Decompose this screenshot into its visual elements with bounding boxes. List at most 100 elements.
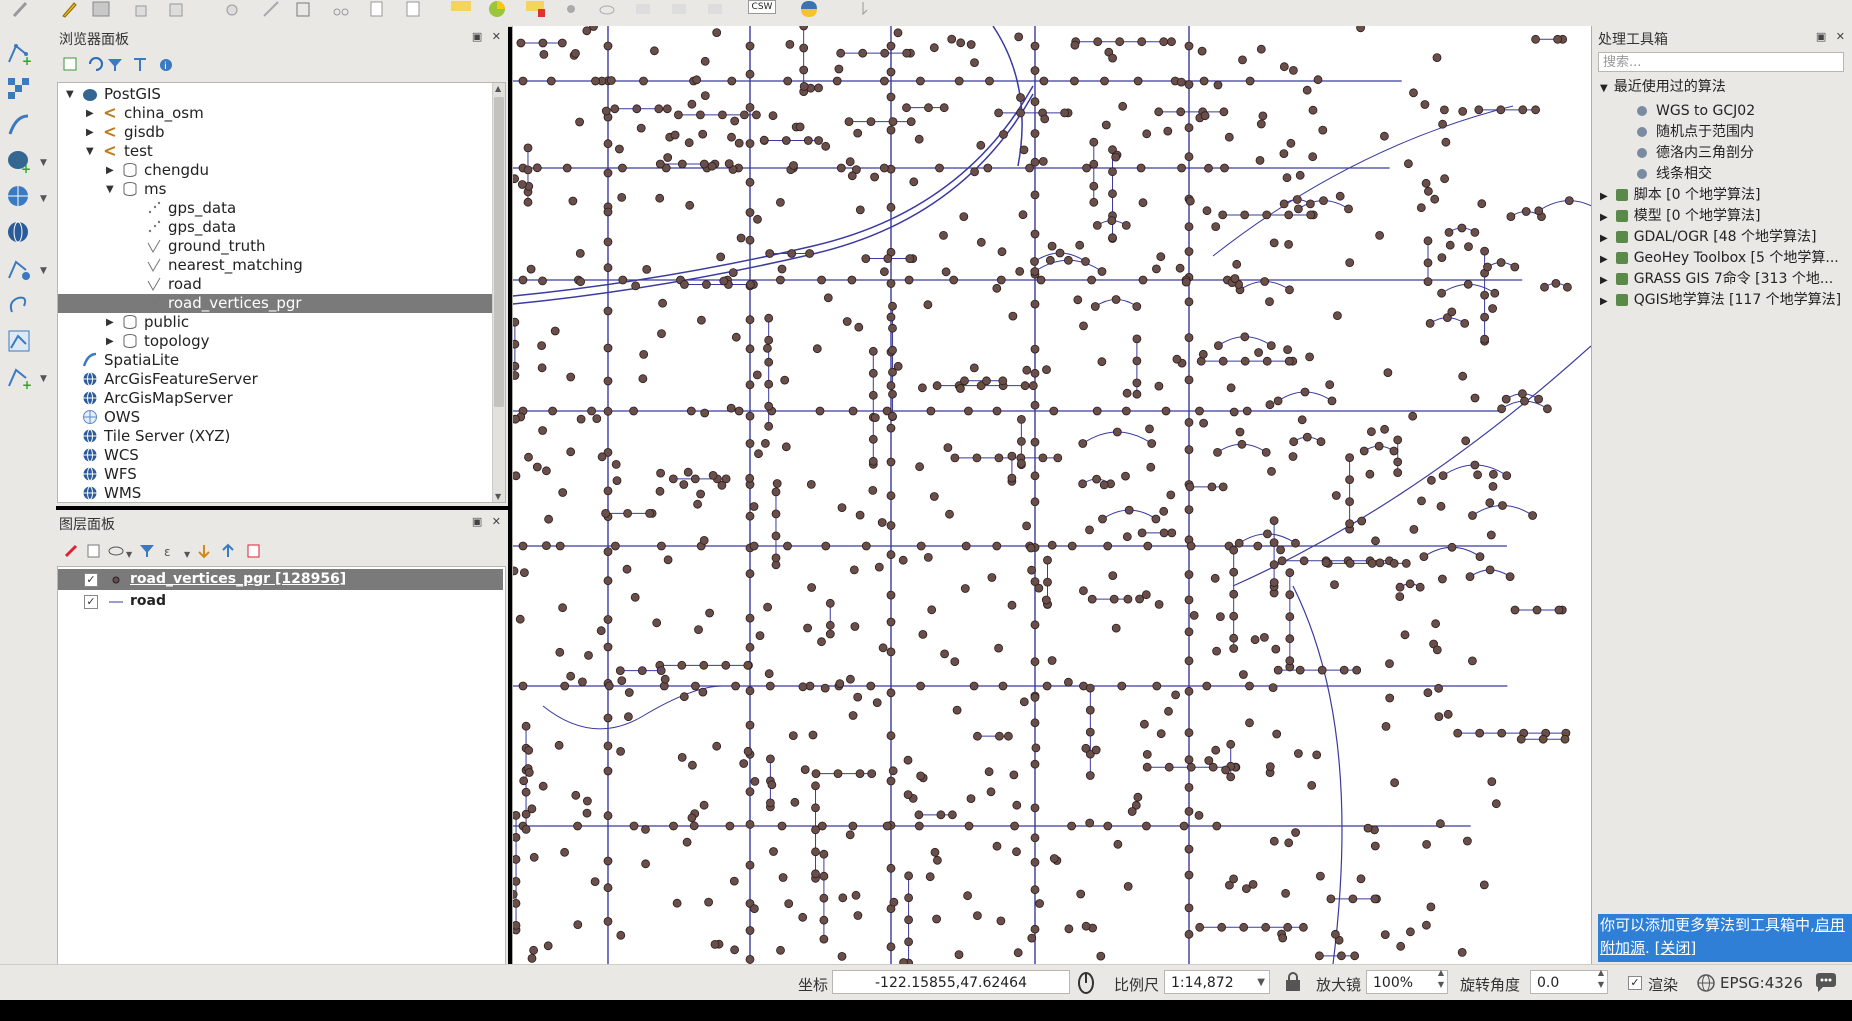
algorithm-group-item[interactable]: ▶ GDAL/OGR [48 个地学算法] xyxy=(1600,226,1852,248)
browser-tree-item[interactable]: SpatiaLite xyxy=(58,351,492,370)
layer-item[interactable]: ✓ road_vertices_pgr [128956] xyxy=(58,569,503,590)
browser-tree-item[interactable]: ▼ PostGIS xyxy=(58,85,492,104)
add-spatialite-icon[interactable] xyxy=(6,112,32,138)
csw-icon[interactable]: CSW xyxy=(748,0,776,14)
recent-algorithm-item[interactable]: 德洛内三角剖分 xyxy=(1634,142,1754,164)
layer-item[interactable]: ✓ road xyxy=(58,591,503,612)
chevron-right-icon[interactable]: ▶ xyxy=(1600,191,1608,202)
cut-icon[interactable] xyxy=(330,0,352,18)
toolbox-tree[interactable]: ▼ 最近使用过的算法 WGS to GCJ02 随机点于范围内 德洛内三角剖分 线条相交… xyxy=(1592,74,1852,934)
change-label-icon[interactable] xyxy=(704,0,726,18)
browser-tree-item[interactable]: ▼ test xyxy=(58,142,492,161)
new-gpx-layer-icon[interactable]: + xyxy=(6,364,32,392)
close-note-link[interactable]: [关闭] xyxy=(1655,939,1697,957)
recent-algorithms-node[interactable]: ▼ 最近使用过的算法 xyxy=(1600,76,1726,98)
chevron-right-icon[interactable]: ▶ xyxy=(1600,296,1608,307)
browser-tree-item[interactable]: ▶ chengdu xyxy=(58,161,492,180)
browser-tree-item[interactable]: WMS xyxy=(58,484,492,502)
add-delimited-text-icon[interactable] xyxy=(6,292,32,318)
chevron-down-icon[interactable]: ▼ xyxy=(86,142,98,161)
node-tool-icon[interactable] xyxy=(260,0,282,18)
browser-tree-item[interactable]: ▶ gisdb xyxy=(58,123,492,142)
add-postgis-icon[interactable]: + xyxy=(6,148,32,176)
browser-tree-item[interactable]: gps_data xyxy=(58,218,492,237)
crs-label[interactable]: EPSG:4326 xyxy=(1720,974,1803,992)
chevron-down-icon[interactable]: ▼ xyxy=(40,194,50,204)
chevron-down-icon[interactable]: ▼ xyxy=(106,180,118,199)
messages-icon[interactable] xyxy=(1814,972,1838,994)
rotation-spinbox[interactable]: 0.0 ▲ ▼ xyxy=(1530,968,1608,994)
layer-visibility-checkbox[interactable]: ✓ xyxy=(84,573,98,587)
browser-tree-item[interactable]: ▶ china_osm xyxy=(58,104,492,123)
chevron-down-icon[interactable]: ▼ xyxy=(40,266,50,276)
magnifier-spinbox[interactable]: 100% ▲ ▼ xyxy=(1366,968,1448,994)
browser-tree-item[interactable]: Tile Server (XYZ) xyxy=(58,427,492,446)
layer-diagram-icon[interactable] xyxy=(486,0,508,18)
add-wfs-icon[interactable] xyxy=(6,220,32,246)
recent-algorithm-item[interactable]: 线条相交 xyxy=(1634,163,1712,185)
browser-tree-item[interactable]: nearest_matching xyxy=(58,256,492,275)
chevron-right-icon[interactable]: ▶ xyxy=(86,104,98,123)
render-checkbox[interactable]: ✓ xyxy=(1628,976,1642,990)
add-raster-layer-icon[interactable] xyxy=(6,76,32,102)
mouse-coordinate-toggle-icon[interactable] xyxy=(1074,971,1098,995)
browser-tree-item[interactable]: ground_truth xyxy=(58,237,492,256)
browser-tree-item[interactable]: ▶ public xyxy=(58,313,492,332)
chevron-down-icon[interactable]: ▼ xyxy=(40,158,50,168)
chevron-down-icon[interactable]: ▼ xyxy=(66,85,78,104)
recent-algorithm-item[interactable]: 随机点于范围内 xyxy=(1634,121,1754,143)
chevron-right-icon[interactable]: ▶ xyxy=(86,123,98,142)
crs-globe-icon[interactable] xyxy=(1696,973,1716,993)
road-network-map[interactable] xyxy=(513,26,1591,964)
addons-link[interactable]: 附加源 xyxy=(1600,939,1645,957)
algorithm-group-item[interactable]: ▶ 模型 [0 个地学算法] xyxy=(1600,205,1852,227)
chevron-down-icon[interactable]: ▼ xyxy=(40,374,50,384)
chevron-right-icon[interactable]: ▶ xyxy=(1600,275,1608,286)
map-canvas[interactable] xyxy=(512,26,1592,964)
panel-float-close-buttons[interactable]: ▣ ✕ xyxy=(1816,30,1848,43)
python-console-icon[interactable] xyxy=(798,0,820,18)
browser-tree-item[interactable]: gps_data xyxy=(58,199,492,218)
paste-icon[interactable] xyxy=(402,0,424,18)
algorithm-group-item[interactable]: ▶ 脚本 [0 个地学算法] xyxy=(1600,184,1852,206)
show-label-icon[interactable] xyxy=(596,0,618,18)
browser-tree-item[interactable]: WCS xyxy=(58,446,492,465)
browser-tree-item[interactable]: ▶ topology xyxy=(58,332,492,351)
add-wms-icon[interactable] xyxy=(6,184,32,210)
browser-tree-item[interactable]: OWS xyxy=(58,408,492,427)
chevron-right-icon[interactable]: ▶ xyxy=(106,332,118,351)
chevron-right-icon[interactable]: ▶ xyxy=(1600,212,1608,223)
recent-algorithm-item[interactable]: WGS to GCJ02 xyxy=(1634,100,1755,122)
layer-visibility-checkbox[interactable]: ✓ xyxy=(84,595,98,609)
browser-tree-item[interactable]: ArcGisMapServer xyxy=(58,389,492,408)
browser-tree[interactable]: ▼ PostGIS ▶ china_osm ▶ gisdb ▼ test ▶ chengdu ▼ ms… xyxy=(57,82,506,503)
chevron-right-icon[interactable]: ▶ xyxy=(1600,233,1608,244)
add-vector-layer-icon[interactable]: + xyxy=(6,40,32,68)
enable-link[interactable]: 启用 xyxy=(1815,916,1845,934)
vertex-tool-icon[interactable] xyxy=(222,0,244,18)
browser-tree-item[interactable]: road xyxy=(58,275,492,294)
move-label-icon[interactable] xyxy=(632,0,654,18)
lock-scale-icon[interactable] xyxy=(1284,972,1302,992)
browser-tree-item[interactable]: ▼ ms xyxy=(58,180,492,199)
label-abc-icon[interactable] xyxy=(450,0,472,18)
save-edits-icon[interactable] xyxy=(90,0,112,18)
scale-combobox[interactable]: 1:14,872 ▼ xyxy=(1164,970,1270,994)
identify-cursor-icon[interactable] xyxy=(858,0,880,18)
panel-float-close-buttons[interactable]: ▣ ✕ xyxy=(472,30,504,43)
add-virtual-layer-icon[interactable] xyxy=(6,328,32,354)
browser-tree-item[interactable]: road_vertices_pgr xyxy=(58,294,492,313)
chevron-right-icon[interactable]: ▶ xyxy=(106,161,118,180)
rotate-label-icon[interactable] xyxy=(668,0,690,18)
chevron-right-icon[interactable]: ▶ xyxy=(1600,254,1608,265)
algorithm-group-item[interactable]: ▶ GRASS GIS 7命令 [313 个地... xyxy=(1600,268,1852,290)
toolbox-search-input[interactable]: 搜索... xyxy=(1598,52,1844,72)
label-highlight-icon[interactable] xyxy=(524,0,546,18)
copy-icon[interactable] xyxy=(366,0,388,18)
browser-scrollbar[interactable]: ▲ ▼ xyxy=(492,83,505,502)
chevron-right-icon[interactable]: ▶ xyxy=(106,313,118,332)
digitize-icon[interactable] xyxy=(10,0,32,18)
panel-float-close-buttons[interactable]: ▣ ✕ xyxy=(472,515,504,528)
pin-label-icon[interactable] xyxy=(560,0,582,18)
add-feature-icon[interactable] xyxy=(128,0,150,18)
